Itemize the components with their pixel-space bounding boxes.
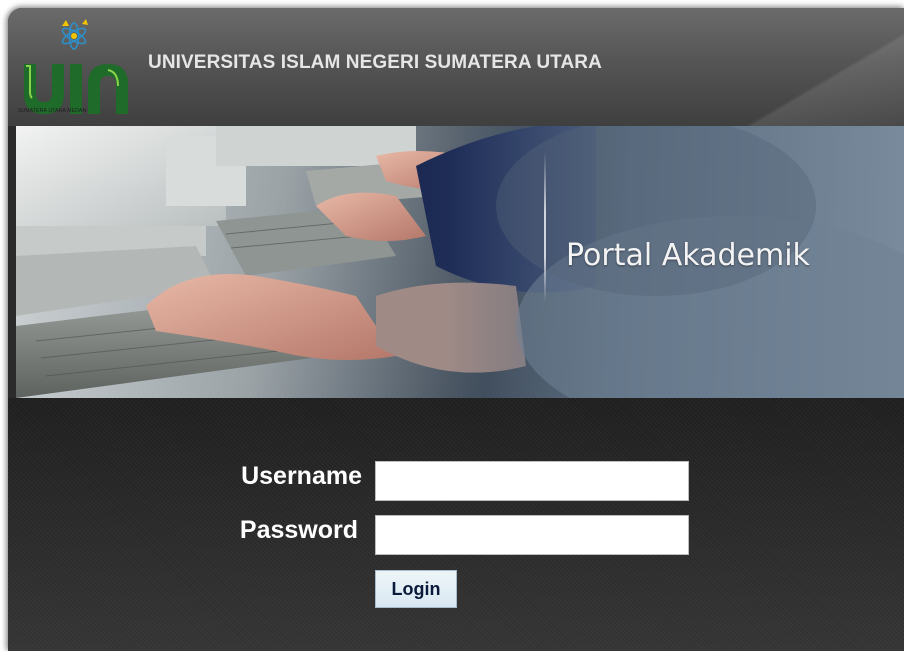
- header: SUMATERA UTARA MEDAN UNIVERSITAS ISLAM N…: [8, 8, 904, 126]
- password-input[interactable]: [375, 515, 689, 555]
- banner-image: Portal Akademik: [16, 126, 904, 398]
- header-decoration: [667, 8, 904, 126]
- username-input[interactable]: [375, 461, 689, 501]
- uin-logo-icon: [24, 19, 128, 114]
- login-panel: Username Password Login: [8, 398, 904, 651]
- portal-title: Portal Akademik: [566, 238, 810, 273]
- university-logo: SUMATERA UTARA MEDAN: [18, 16, 138, 122]
- logo-caption: SUMATERA UTARA MEDAN: [18, 108, 87, 114]
- university-name: UNIVERSITAS ISLAM NEGERI SUMATERA UTARA: [148, 52, 602, 73]
- username-label: Username: [241, 462, 362, 490]
- portal-window: SUMATERA UTARA MEDAN UNIVERSITAS ISLAM N…: [8, 8, 904, 651]
- login-button[interactable]: Login: [375, 570, 457, 608]
- banner-divider: [544, 152, 546, 302]
- password-label: Password: [239, 516, 358, 544]
